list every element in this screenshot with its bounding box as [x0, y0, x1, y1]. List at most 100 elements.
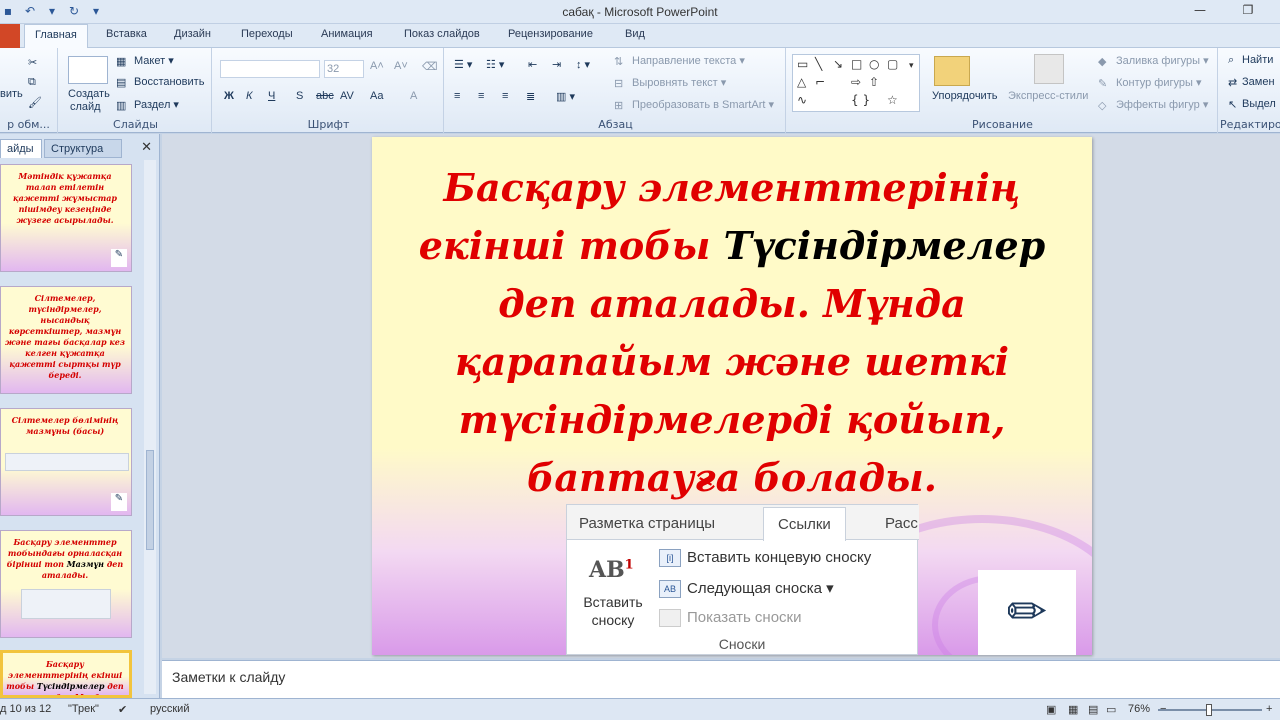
tab-file[interactable]	[0, 24, 20, 48]
italic-button[interactable]: К	[246, 90, 252, 102]
zoom-slider[interactable]	[1158, 704, 1262, 716]
arrow-shape-icon[interactable]: ↘	[833, 57, 843, 71]
font-name-select[interactable]	[220, 60, 320, 78]
zoom-slider-handle[interactable]	[1206, 704, 1212, 716]
reset-button[interactable]: ▤ Восстановить	[116, 76, 204, 89]
arrange-button[interactable]: Упорядочить	[932, 90, 997, 102]
shape-fill-button[interactable]: ◆ Заливка фигуры ▾	[1098, 54, 1209, 68]
slides-pane-scrollbar[interactable]	[144, 160, 156, 694]
new-slide-button[interactable]: Создать	[68, 88, 110, 100]
tab-animations[interactable]: Анимация	[321, 28, 373, 40]
numbering-icon[interactable]: ☷ ▾	[486, 58, 504, 71]
minimize-button[interactable]: —	[1176, 3, 1224, 21]
arrange-icon[interactable]	[934, 56, 970, 86]
decrease-indent-icon[interactable]: ⇤	[528, 58, 537, 71]
slideshow-icon[interactable]: ▭	[1106, 703, 1116, 716]
gallery-more-icon[interactable]: ▾	[909, 61, 914, 71]
cut-icon[interactable]: ✂	[28, 56, 37, 69]
paste-button[interactable]: вить	[0, 88, 23, 100]
language-indicator[interactable]: русский	[150, 703, 189, 715]
columns-icon[interactable]: ▥ ▾	[556, 90, 575, 103]
slide-sorter-icon[interactable]: ▦	[1068, 703, 1078, 716]
slide-thumbnail-selected[interactable]: Басқару элементтерінің екінші тобы Түсін…	[0, 650, 132, 698]
smartart-button[interactable]: ⊞ Преобразовать в SmartArt ▾	[614, 98, 774, 112]
zoom-in-icon[interactable]: +	[1266, 703, 1272, 715]
restore-button[interactable]: ❐	[1224, 3, 1272, 21]
embedded-tabs: Разметка страницы Ссылки Расс	[567, 505, 919, 541]
new-slide-icon[interactable]	[68, 56, 108, 84]
copy-icon[interactable]: ⧉	[28, 76, 36, 89]
clear-format-icon[interactable]: ⌫	[422, 60, 438, 73]
quick-styles-button[interactable]: Экспресс-стили	[1008, 90, 1088, 102]
shape-effects-button[interactable]: ◇ Эффекты фигур ▾	[1098, 98, 1208, 113]
align-text-button[interactable]: ⊟ Выровнять текст ▾	[614, 76, 726, 90]
normal-view-icon[interactable]: ▣	[1046, 703, 1056, 716]
reading-view-icon[interactable]: ▤	[1088, 703, 1098, 716]
align-right-icon[interactable]: ≡	[502, 90, 508, 102]
tab-outline[interactable]: Структура	[44, 139, 122, 158]
scrollbar-thumb[interactable]	[146, 450, 154, 550]
rounded-rect-shape-icon[interactable]: ▢	[887, 57, 898, 71]
shapes-gallery[interactable]: ▭ ╲ ↘ □ ○ ▢ △ ⌐ ⇨ ⇧ ∿ { } ☆ ▾	[792, 54, 920, 112]
up-arrow-shape-icon[interactable]: ⇧	[869, 75, 879, 89]
justify-icon[interactable]: ≣	[526, 90, 535, 103]
slide-thumbnail[interactable]: Мәтіндік құжатқа талап етілетін қажетті …	[0, 164, 132, 272]
line-spacing-icon[interactable]: ↕ ▾	[576, 58, 590, 71]
rectangle-shape-icon[interactable]: □	[851, 57, 862, 71]
oval-shape-icon[interactable]: ○	[869, 57, 879, 71]
textbox-shape-icon[interactable]: ▭	[797, 57, 808, 71]
text-direction-button[interactable]: ⇅ Направление текста ▾	[614, 54, 745, 68]
tab-home[interactable]: Главная	[24, 24, 88, 49]
layout-button[interactable]: ▦ Макет ▾	[116, 54, 174, 68]
shrink-font-icon[interactable]: A˅	[394, 60, 408, 72]
next-footnote-row: AB Следующая сноска ▾	[659, 579, 834, 599]
quick-styles-icon[interactable]	[1034, 54, 1064, 84]
font-size-select[interactable]: 32	[324, 60, 364, 78]
effects-icon: ◇	[1098, 100, 1107, 113]
tab-slideshow[interactable]: Показ слайдов	[404, 28, 480, 40]
find-button[interactable]: ⌕ Найти	[1228, 54, 1273, 66]
char-spacing-button[interactable]: AV	[340, 90, 354, 102]
underline-button[interactable]: Ч	[268, 90, 275, 102]
slide-thumbnail[interactable]: Басқару элементтер тобындағы орналасқан …	[0, 530, 132, 638]
section-button[interactable]: ▥ Раздел ▾	[116, 98, 179, 112]
line-shape-icon[interactable]: ╲	[815, 57, 822, 71]
format-painter-icon[interactable]: 🖌	[28, 96, 42, 109]
tab-design[interactable]: Дизайн	[174, 28, 211, 40]
triangle-shape-icon[interactable]: △	[797, 75, 806, 89]
grow-font-icon[interactable]: A˄	[370, 60, 384, 72]
slide-text-box[interactable]: Басқару элементтерінің екінші тобы Түсін…	[392, 159, 1072, 507]
align-center-icon[interactable]: ≡	[478, 90, 484, 102]
font-color-button[interactable]: A	[410, 90, 417, 102]
tab-insert[interactable]: Вставка	[106, 28, 147, 40]
freeform-shape-icon[interactable]: ∿	[797, 93, 807, 107]
elbow-connector-icon[interactable]: ⌐	[815, 75, 825, 89]
change-case-button[interactable]: Aa	[370, 90, 383, 102]
brace-shape-icon[interactable]: { }	[851, 93, 870, 107]
close-icon[interactable]: ✕	[141, 140, 152, 155]
notes-pane[interactable]: Заметки к слайду	[162, 660, 1280, 698]
tab-view[interactable]: Вид	[625, 28, 645, 40]
slide-thumbnail[interactable]: Сілтемелер бөлімінің мазмұны (басы) ✎	[0, 408, 132, 516]
slide-thumbnail[interactable]: Сілтемелер, түсіндірмелер, нысандық көрс…	[0, 286, 132, 394]
next-footnote-label: Следующая сноска	[687, 580, 822, 597]
zoom-level[interactable]: 76%	[1128, 703, 1150, 715]
bold-button[interactable]: Ж	[224, 90, 234, 102]
increase-indent-icon[interactable]: ⇥	[552, 58, 561, 71]
tab-transitions[interactable]: Переходы	[241, 28, 293, 40]
select-button[interactable]: ↖ Выдел	[1228, 98, 1276, 111]
theme-name: "Трек"	[68, 703, 99, 715]
star-shape-icon[interactable]: ☆	[887, 93, 898, 107]
tab-slides[interactable]: айды	[0, 139, 42, 158]
align-left-icon[interactable]: ≡	[454, 90, 460, 102]
right-arrow-shape-icon[interactable]: ⇨	[851, 75, 861, 89]
shadow-button[interactable]: S	[296, 90, 303, 102]
strike-button[interactable]: abc	[316, 90, 334, 102]
spellcheck-icon[interactable]: ✔	[118, 703, 127, 716]
new-slide-button-line2[interactable]: слайд	[70, 101, 101, 113]
shape-outline-button[interactable]: ✎ Контур фигуры ▾	[1098, 76, 1202, 90]
tab-review[interactable]: Рецензирование	[508, 28, 593, 40]
slide-canvas[interactable]: Басқару элементтерінің екінші тобы Түсін…	[372, 137, 1092, 655]
replace-button[interactable]: ⇄ Замен	[1228, 76, 1275, 89]
bullets-icon[interactable]: ☰ ▾	[454, 58, 472, 71]
